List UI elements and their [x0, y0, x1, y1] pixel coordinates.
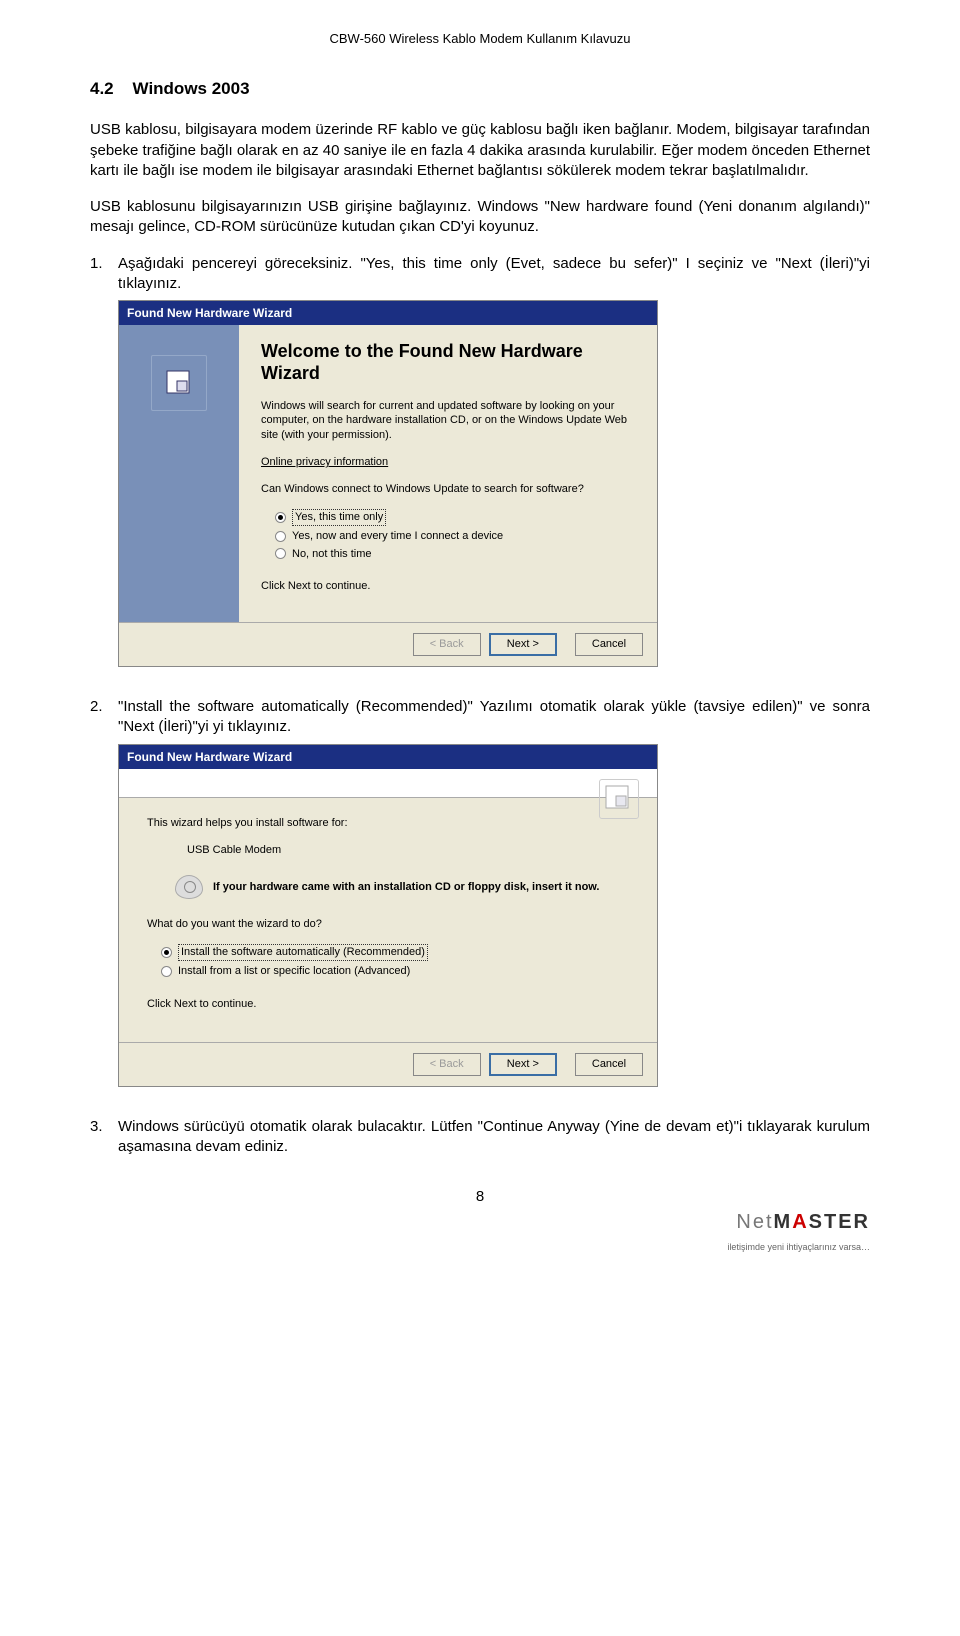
- paragraph-1: USB kablosu, bilgisayara modem üzerinde …: [90, 120, 870, 181]
- wizard-1-continue: Click Next to continue.: [261, 579, 635, 594]
- privacy-link[interactable]: Online privacy information: [261, 455, 635, 470]
- next-button[interactable]: Next >: [489, 1053, 557, 1076]
- step-1: 1. Aşağıdaki pencereyi göreceksiniz. "Ye…: [90, 254, 870, 295]
- step-2: 2. "Install the software automatically (…: [90, 697, 870, 738]
- page-number: 8: [90, 1187, 870, 1207]
- radio-label-2: Yes, now and every time I connect a devi…: [292, 529, 503, 544]
- radio-option-3[interactable]: No, not this time: [275, 547, 635, 562]
- brand-a: A: [792, 1211, 808, 1233]
- step-3-number: 3.: [90, 1117, 103, 1137]
- wizard-2: Found New Hardware Wizard This wizard he…: [118, 744, 658, 1087]
- cancel-button[interactable]: Cancel: [575, 633, 643, 656]
- wizard-2-titlebar: Found New Hardware Wizard: [119, 745, 657, 769]
- wizard-1: Found New Hardware Wizard Welcome to the…: [118, 300, 658, 667]
- document-header: CBW-560 Wireless Kablo Modem Kullanım Kı…: [90, 30, 870, 48]
- radio-option-2[interactable]: Yes, now and every time I connect a devi…: [275, 529, 635, 544]
- cd-icon: [175, 875, 203, 899]
- step-1-text: Aşağıdaki pencereyi göreceksiniz. "Yes, …: [118, 255, 870, 292]
- hardware-icon: [151, 355, 207, 411]
- wizard-2-help: This wizard helps you install software f…: [147, 816, 629, 831]
- radio-label-list: Install from a list or specific location…: [178, 964, 410, 979]
- next-button[interactable]: Next >: [489, 633, 557, 656]
- section-number: 4.2: [90, 79, 114, 98]
- brand-tagline: iletişimde yeni ihtiyaçlarınız varsa…: [727, 1242, 870, 1252]
- radio-option-1[interactable]: Yes, this time only: [275, 509, 635, 526]
- brand-ster: STER: [809, 1211, 870, 1233]
- wizard-2-continue: Click Next to continue.: [147, 997, 629, 1012]
- cancel-button[interactable]: Cancel: [575, 1053, 643, 1076]
- radio-label-3: No, not this time: [292, 547, 371, 562]
- step-2-number: 2.: [90, 697, 103, 717]
- wizard-2-cdmsg: If your hardware came with an installati…: [213, 880, 600, 894]
- radio-icon: [275, 531, 286, 542]
- section-heading: 4.2 Windows 2003: [90, 78, 870, 101]
- section-name: Windows 2003: [133, 79, 250, 98]
- step-3-text: Windows sürücüyü otomatik olarak bulacak…: [118, 1118, 870, 1155]
- wizard-1-titlebar: Found New Hardware Wizard: [119, 301, 657, 325]
- radio-icon: [275, 548, 286, 559]
- wizard-1-heading: Welcome to the Found New Hardware Wizard: [261, 341, 635, 384]
- wizard-2-device: USB Cable Modem: [187, 843, 629, 858]
- step-3: 3. Windows sürücüyü otomatik olarak bula…: [90, 1117, 870, 1158]
- wizard-1-sidebar: [119, 325, 239, 622]
- brand-net: Net: [736, 1211, 773, 1233]
- back-button: < Back: [413, 633, 481, 656]
- wizard-1-body1: Windows will search for current and upda…: [261, 399, 635, 444]
- radio-icon: [161, 966, 172, 977]
- wizard-2-ask: What do you want the wizard to do?: [147, 917, 629, 932]
- wizard-1-body2: Can Windows connect to Windows Update to…: [261, 482, 635, 497]
- brand-m: M: [774, 1211, 793, 1233]
- step-2-text: "Install the software automatically (Rec…: [118, 698, 870, 735]
- footer-brand: NetMASTER iletişimde yeni ihtiyaçlarınız…: [90, 1209, 870, 1256]
- radio-option-auto[interactable]: Install the software automatically (Reco…: [161, 944, 629, 961]
- radio-icon: [275, 512, 286, 523]
- back-button: < Back: [413, 1053, 481, 1076]
- radio-label-1: Yes, this time only: [292, 509, 386, 526]
- radio-label-auto: Install the software automatically (Reco…: [178, 944, 428, 961]
- radio-icon: [161, 947, 172, 958]
- hardware-icon: [599, 779, 639, 819]
- paragraph-2: USB kablosunu bilgisayarınızın USB giriş…: [90, 197, 870, 238]
- radio-option-list[interactable]: Install from a list or specific location…: [161, 964, 629, 979]
- step-1-number: 1.: [90, 254, 103, 274]
